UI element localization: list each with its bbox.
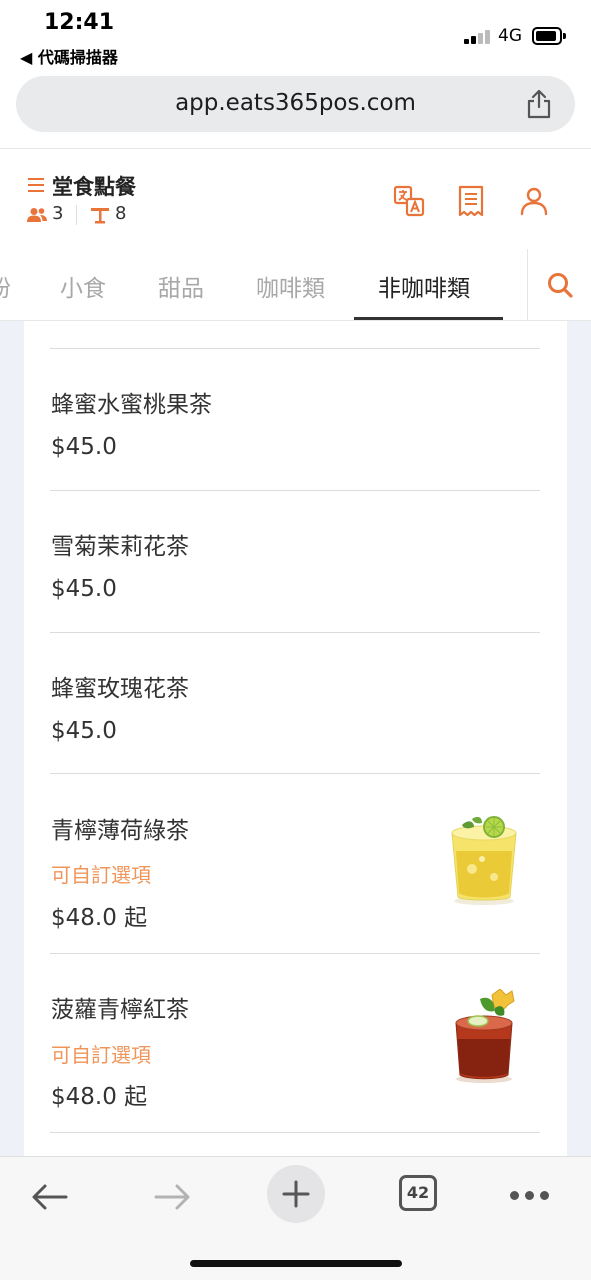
tab-desserts[interactable]: 甜品 <box>158 269 204 303</box>
item-name: 蜂蜜玫瑰花茶 <box>51 676 189 702</box>
back-to-app-link[interactable]: ◀ 代碼掃描器 <box>20 44 118 68</box>
tab-coffee[interactable]: 咖啡類 <box>256 269 325 303</box>
customizable-label: 可自訂選項 <box>51 1043 151 1067</box>
back-arrow-icon[interactable] <box>28 1175 72 1219</box>
tab-switcher-button[interactable]: 42 <box>399 1175 437 1211</box>
app-header: 堂食點餐 3 8 <box>0 148 591 248</box>
user-icon[interactable] <box>518 185 550 217</box>
green-tea-drink-image <box>451 816 517 905</box>
status-bar: 12:41 ◀ 代碼掃描器 4G <box>0 0 591 70</box>
plus-icon <box>282 1180 310 1208</box>
url-text[interactable]: app.eats365pos.com <box>16 90 575 116</box>
search-icon <box>548 273 573 298</box>
item-divider <box>50 348 540 349</box>
guest-count: 3 <box>52 203 64 224</box>
share-icon[interactable] <box>525 88 553 120</box>
network-label: 4G <box>498 26 522 46</box>
active-tab-indicator <box>354 317 503 320</box>
item-name: 菠蘿青檸紅茶 <box>51 997 189 1023</box>
signal-icon <box>464 28 492 44</box>
item-price: $45.0 <box>51 718 117 744</box>
battery-icon <box>532 27 566 45</box>
header-divider <box>76 205 77 225</box>
receipt-icon[interactable] <box>455 185 487 217</box>
forward-arrow-icon[interactable] <box>150 1175 194 1219</box>
item-divider <box>50 1132 540 1133</box>
item-price: $48.0 起 <box>51 905 148 931</box>
tab-noodles[interactable]: 粉 <box>0 269 11 303</box>
item-name: 雪菊茉莉花茶 <box>51 534 189 560</box>
people-icon <box>27 208 47 222</box>
new-tab-button[interactable] <box>267 1165 325 1223</box>
item-divider <box>50 632 540 633</box>
table-icon <box>91 208 109 224</box>
item-divider <box>50 773 540 774</box>
status-time: 12:41 <box>44 10 115 35</box>
menu-list: 蜂蜜水蜜桃果茶 $45.0 雪菊茉莉花茶 $45.0 蜂蜜玫瑰花茶 $45.0 … <box>24 321 567 1156</box>
black-tea-drink-image <box>455 989 515 1083</box>
item-price: $48.0 起 <box>51 1084 148 1110</box>
hamburger-menu-icon[interactable] <box>28 177 44 193</box>
item-divider <box>50 953 540 954</box>
page-title: 堂食點餐 <box>52 175 136 199</box>
item-name: 蜂蜜水蜜桃果茶 <box>51 392 212 418</box>
table-number: 8 <box>115 203 127 224</box>
search-button[interactable] <box>527 249 591 320</box>
customizable-label: 可自訂選項 <box>51 863 151 887</box>
more-options-icon[interactable] <box>510 1191 550 1201</box>
item-price: $45.0 <box>51 576 117 602</box>
address-bar[interactable]: app.eats365pos.com <box>16 76 575 132</box>
tab-non-coffee[interactable]: 非咖啡類 <box>378 269 470 303</box>
category-tabs: 粉 小食 甜品 咖啡類 非咖啡類 <box>0 249 591 321</box>
item-divider <box>50 490 540 491</box>
item-name: 青檸薄荷綠茶 <box>51 818 189 844</box>
home-indicator <box>190 1260 402 1267</box>
tab-snacks[interactable]: 小食 <box>60 269 106 303</box>
translate-icon[interactable] <box>393 185 425 217</box>
item-price: $45.0 <box>51 434 117 460</box>
